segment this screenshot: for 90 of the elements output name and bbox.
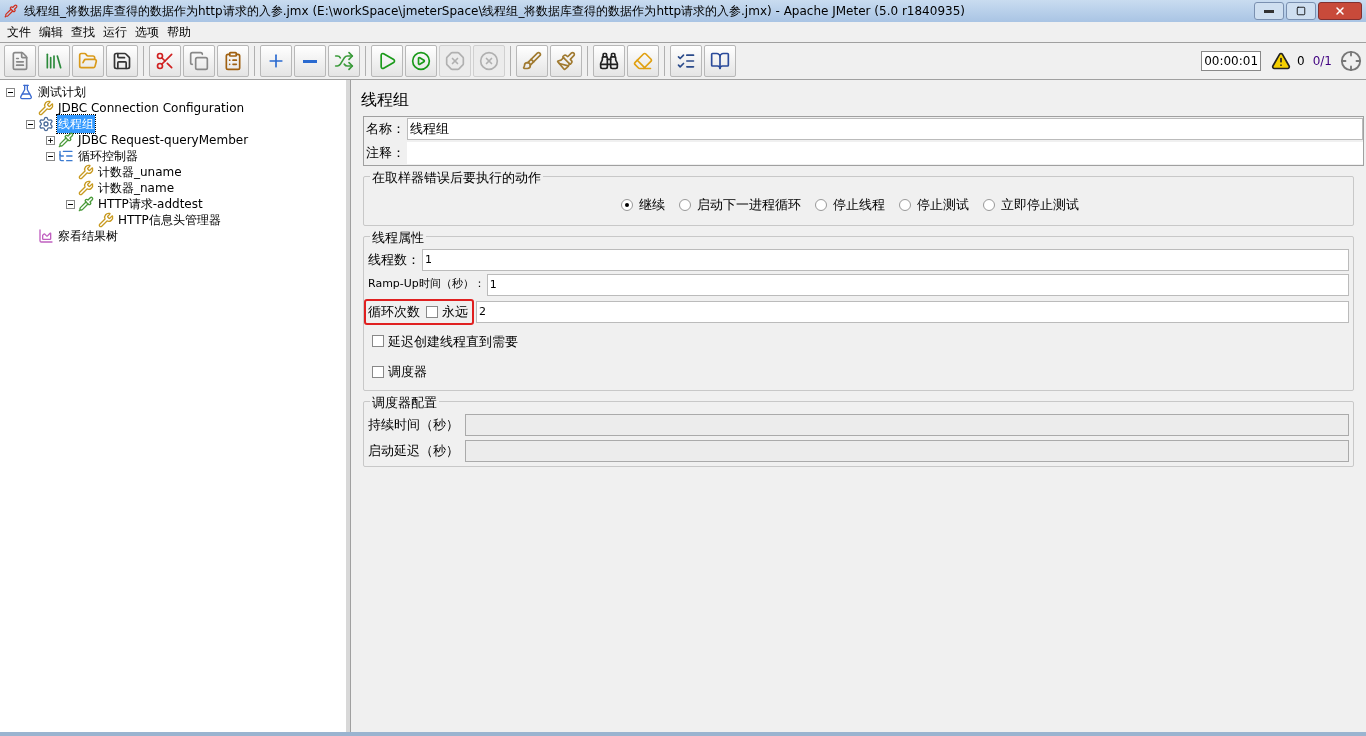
- list-icon: [58, 148, 74, 164]
- checkbox[interactable]: [372, 365, 384, 378]
- radio-label: 立即停止测试: [1001, 196, 1079, 214]
- gear-icon: [38, 116, 54, 132]
- collapse-toggle[interactable]: [6, 87, 15, 97]
- thread-count: 0/1: [1312, 53, 1332, 70]
- toolbar-button[interactable]: [593, 45, 625, 77]
- toolbar-button[interactable]: [106, 45, 138, 77]
- stop-icon: [445, 51, 465, 71]
- checkbox-label: 延迟创建线程直到需要: [388, 332, 518, 351]
- radio-label: 继续: [639, 196, 665, 214]
- tree-item[interactable]: JDBC Connection Configuration: [57, 99, 246, 117]
- toolbar-button[interactable]: [670, 45, 702, 77]
- tree-item[interactable]: JDBC Request-queryMember: [77, 131, 250, 149]
- field-label: 持续时间（秒）: [368, 415, 459, 434]
- shutdown-icon: [479, 51, 499, 71]
- expand-toggle[interactable]: [46, 135, 55, 145]
- radio-label: 停止线程: [833, 196, 885, 214]
- minus-icon: [303, 59, 317, 63]
- comment-field[interactable]: [407, 142, 1363, 164]
- timer: 00:00:01: [1201, 51, 1262, 71]
- wrench-icon: [98, 212, 114, 228]
- menu-item[interactable]: 选项: [134, 23, 160, 41]
- copy-icon: [189, 51, 209, 71]
- field-label: 启动延迟（秒）: [368, 441, 459, 460]
- flask-icon: [18, 84, 34, 100]
- radio-label: 停止测试: [917, 196, 969, 214]
- field-label: 线程数：: [368, 250, 420, 269]
- minimize-icon: [1264, 9, 1274, 13]
- tree-item[interactable]: HTTP信息头管理器: [117, 211, 222, 229]
- field-label: 循环次数: [368, 302, 420, 321]
- folder-icon: [78, 51, 98, 71]
- play-icon: [377, 51, 397, 71]
- checkbox[interactable]: [372, 335, 384, 348]
- field-label: Ramp-Up时间（秒）：: [368, 276, 485, 293]
- document-icon: [10, 51, 30, 71]
- menu-item[interactable]: 文件: [6, 23, 32, 41]
- tree-item[interactable]: 循环控制器: [77, 147, 139, 165]
- menu-item[interactable]: 帮助: [166, 23, 192, 41]
- panel-title: 线程组: [360, 89, 410, 111]
- play-icon: [411, 51, 431, 71]
- checkbox[interactable]: [426, 305, 438, 318]
- checkbox-label: 永远: [442, 302, 468, 321]
- loop-count-field[interactable]: 2: [476, 300, 1349, 323]
- checkbox-label: 调度器: [388, 363, 427, 381]
- tree-item[interactable]: 计数器_name: [97, 179, 176, 197]
- pipette-icon: [58, 132, 74, 148]
- thread-count-field[interactable]: 1: [422, 248, 1349, 271]
- menu-item[interactable]: 运行: [102, 23, 128, 41]
- close-icon: [1334, 5, 1346, 17]
- startup-delay-field[interactable]: [465, 439, 1349, 462]
- collapse-toggle[interactable]: [66, 199, 75, 209]
- collapse-toggle[interactable]: [46, 151, 55, 161]
- floppy-icon: [112, 51, 132, 71]
- radio-button[interactable]: [679, 198, 691, 211]
- name-field[interactable]: 线程组: [407, 118, 1363, 140]
- radio-button[interactable]: [899, 198, 911, 211]
- list-icon: [676, 51, 696, 71]
- tree-item[interactable]: HTTP请求-addtest: [97, 195, 204, 213]
- restore-icon: [1296, 6, 1306, 16]
- minimize-button[interactable]: [1254, 2, 1284, 20]
- menu-item[interactable]: 编辑: [38, 23, 64, 41]
- collapse-toggle[interactable]: [26, 119, 35, 129]
- tree-item[interactable]: 计数器_uname: [97, 163, 183, 181]
- wrench-icon: [78, 180, 94, 196]
- chart-icon: [38, 228, 54, 244]
- wrench-icon: [38, 100, 54, 116]
- menu-item[interactable]: 查找: [70, 23, 96, 41]
- scissors-icon: [155, 51, 175, 71]
- tree-item[interactable]: 察看结果树: [57, 227, 119, 245]
- tree-item[interactable]: 测试计划: [37, 83, 87, 101]
- close-button[interactable]: [1318, 2, 1362, 20]
- books-icon: [44, 51, 64, 71]
- field-label: 注释：: [365, 144, 406, 163]
- field-label: 名称：: [365, 120, 406, 139]
- duration-field[interactable]: [465, 413, 1349, 436]
- toolbar-button[interactable]: [704, 45, 736, 77]
- ramp-up-field[interactable]: 1: [486, 273, 1349, 296]
- radio-label: 启动下一进程循环: [697, 196, 801, 214]
- restore-button[interactable]: [1286, 2, 1316, 20]
- warning-count: 0: [1297, 53, 1305, 70]
- binoculars-icon: [599, 51, 619, 71]
- warning-icon: [1271, 51, 1292, 71]
- radio-button[interactable]: [983, 198, 995, 211]
- pipette-icon: [78, 196, 94, 212]
- radio-button[interactable]: [621, 198, 633, 211]
- clipboard-icon: [223, 51, 243, 71]
- wrench-icon: [78, 164, 94, 180]
- window-title: 线程组_将数据库查得的数据作为http请求的入参.jmx (E:\workSpace\jmeterSpace\线程组_将数据库查得的数据作为http请求的入参.jmx) - Apache JMeter (5.0 r1840935): [24, 3, 966, 20]
- radio-button[interactable]: [815, 198, 827, 211]
